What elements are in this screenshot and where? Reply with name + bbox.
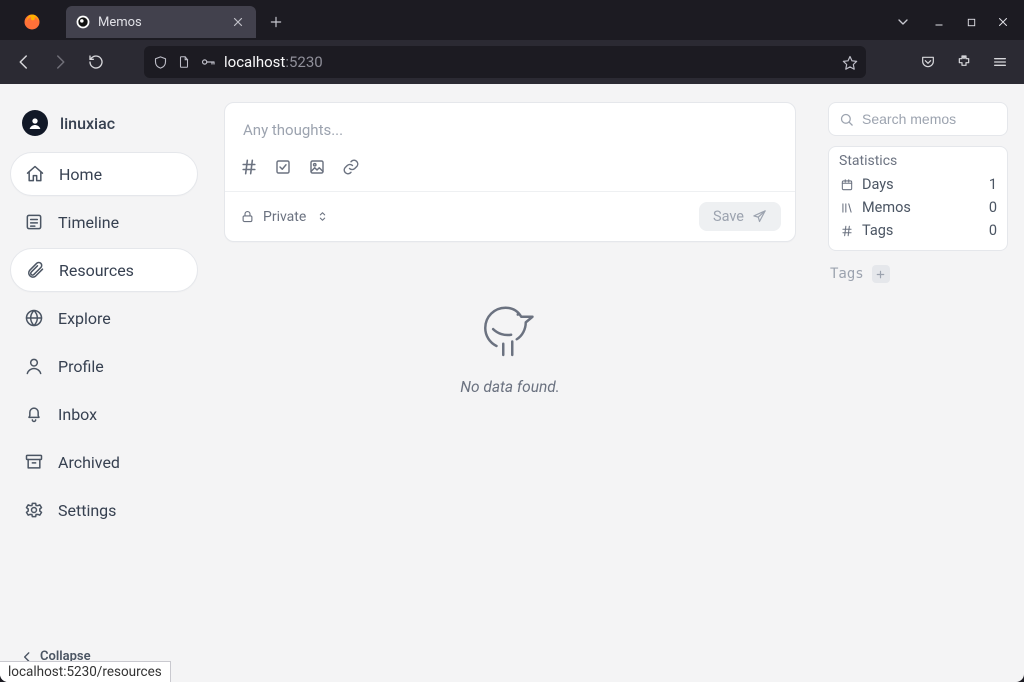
composer-footer: Private Save — [225, 191, 795, 241]
pocket-icon[interactable] — [912, 46, 944, 78]
permissions-key-icon[interactable] — [200, 54, 216, 70]
hash-icon[interactable] — [239, 157, 259, 177]
browser-tab[interactable]: Memos — [66, 6, 256, 38]
url-text: localhost:5230 — [224, 53, 834, 71]
search-input[interactable] — [862, 111, 1024, 127]
sidebar-item-label: Resources — [59, 261, 134, 280]
sidebar-item-home[interactable]: Home — [10, 152, 198, 196]
avatar — [22, 110, 48, 136]
library-icon — [839, 200, 854, 215]
url-port: :5230 — [285, 53, 322, 71]
bell-icon — [24, 404, 44, 424]
stat-value: 0 — [989, 222, 997, 239]
lock-icon — [239, 209, 255, 225]
calendar-icon — [839, 177, 854, 192]
firefox-logo-icon — [22, 12, 42, 32]
statistics-title: Statistics — [839, 153, 997, 169]
composer: Private Save — [224, 102, 796, 242]
shield-icon — [152, 54, 168, 70]
sidebar-item-timeline[interactable]: Timeline — [10, 200, 198, 244]
profile-row[interactable]: linuxiac — [10, 104, 198, 150]
empty-message: No data found. — [460, 378, 560, 396]
sidebar-item-label: Inbox — [58, 405, 97, 424]
bird-illustration-icon — [474, 292, 546, 364]
sidebar-item-label: Timeline — [58, 213, 119, 232]
nav-reload-button[interactable] — [80, 46, 112, 78]
url-host: localhost — [224, 53, 285, 71]
archive-icon — [24, 452, 44, 472]
new-tab-button[interactable] — [262, 8, 290, 36]
sidebar-item-label: Profile — [58, 357, 104, 376]
sidebar-item-settings[interactable]: Settings — [10, 488, 198, 532]
sidebar-item-label: Archived — [58, 453, 120, 472]
tags-label: Tags — [830, 266, 864, 282]
select-updown-icon — [314, 209, 330, 225]
url-bar[interactable]: localhost:5230 — [144, 46, 866, 78]
sidebar-item-inbox[interactable]: Inbox — [10, 392, 198, 436]
sidebar-item-resources[interactable]: Resources — [10, 248, 198, 292]
globe-icon — [24, 308, 44, 328]
window-maximize-button[interactable] — [956, 8, 986, 36]
send-icon — [752, 209, 767, 224]
link-icon[interactable] — [341, 157, 361, 177]
nav-forward-button[interactable] — [44, 46, 76, 78]
stat-row-tags: Tags 0 — [839, 219, 997, 242]
user-icon — [24, 356, 44, 376]
tab-title: Memos — [98, 15, 222, 30]
stat-value: 1 — [989, 176, 997, 193]
window-controls — [924, 8, 1018, 36]
stat-label: Memos — [862, 199, 911, 216]
image-icon[interactable] — [307, 157, 327, 177]
sidebar-item-label: Home — [59, 165, 102, 184]
composer-input[interactable] — [225, 103, 795, 149]
visibility-selector[interactable]: Private — [239, 209, 330, 225]
stat-label: Days — [862, 176, 894, 193]
search-box[interactable] — [828, 102, 1008, 136]
nav-back-button[interactable] — [8, 46, 40, 78]
stat-label: Tags — [862, 222, 893, 239]
window-minimize-button[interactable] — [924, 8, 954, 36]
link-status-tooltip: localhost:5230/resources — [0, 661, 171, 682]
app-menu-icon[interactable] — [984, 46, 1016, 78]
sidebar: linuxiac Home Timeline Resources Explore… — [0, 84, 208, 682]
sidebar-item-label: Explore — [58, 309, 111, 328]
stat-value: 0 — [989, 199, 997, 216]
window-close-button[interactable] — [988, 8, 1018, 36]
search-icon — [839, 112, 854, 127]
hash-small-icon — [839, 223, 854, 238]
main-area: Private Save No data found. — [208, 84, 812, 682]
right-column: Statistics Days 1 Memos 0 Tags 0 Tags — [812, 84, 1024, 682]
composer-toolbar — [225, 153, 795, 191]
home-icon — [25, 164, 45, 184]
tab-close-icon[interactable] — [230, 14, 246, 30]
browser-toolbar: localhost:5230 — [0, 40, 1024, 84]
gear-icon — [24, 500, 44, 520]
sidebar-item-explore[interactable]: Explore — [10, 296, 198, 340]
paperclip-icon — [25, 260, 45, 280]
sidebar-item-label: Settings — [58, 501, 116, 520]
save-button[interactable]: Save — [699, 202, 781, 231]
statistics-card: Statistics Days 1 Memos 0 Tags 0 — [828, 146, 1008, 251]
timeline-icon — [24, 212, 44, 232]
tab-list-chevron-icon[interactable] — [888, 8, 918, 36]
save-label: Save — [713, 208, 744, 225]
stat-row-memos: Memos 0 — [839, 196, 997, 219]
site-info-icon[interactable] — [176, 54, 192, 70]
browser-chrome: Memos localhost:5230 — [0, 0, 1024, 84]
empty-state: No data found. — [224, 242, 796, 664]
sidebar-item-archived[interactable]: Archived — [10, 440, 198, 484]
tab-favicon-icon — [76, 15, 90, 29]
page-content: linuxiac Home Timeline Resources Explore… — [0, 84, 1024, 682]
visibility-label: Private — [263, 209, 306, 225]
sidebar-item-profile[interactable]: Profile — [10, 344, 198, 388]
username-label: linuxiac — [60, 114, 115, 133]
checkbox-icon[interactable] — [273, 157, 293, 177]
stat-row-days: Days 1 — [839, 173, 997, 196]
extensions-icon[interactable] — [948, 46, 980, 78]
tab-strip: Memos — [0, 0, 1024, 40]
tags-section: Tags — [828, 261, 1008, 287]
add-tag-button[interactable] — [872, 265, 890, 283]
bookmark-star-icon[interactable] — [842, 54, 858, 70]
